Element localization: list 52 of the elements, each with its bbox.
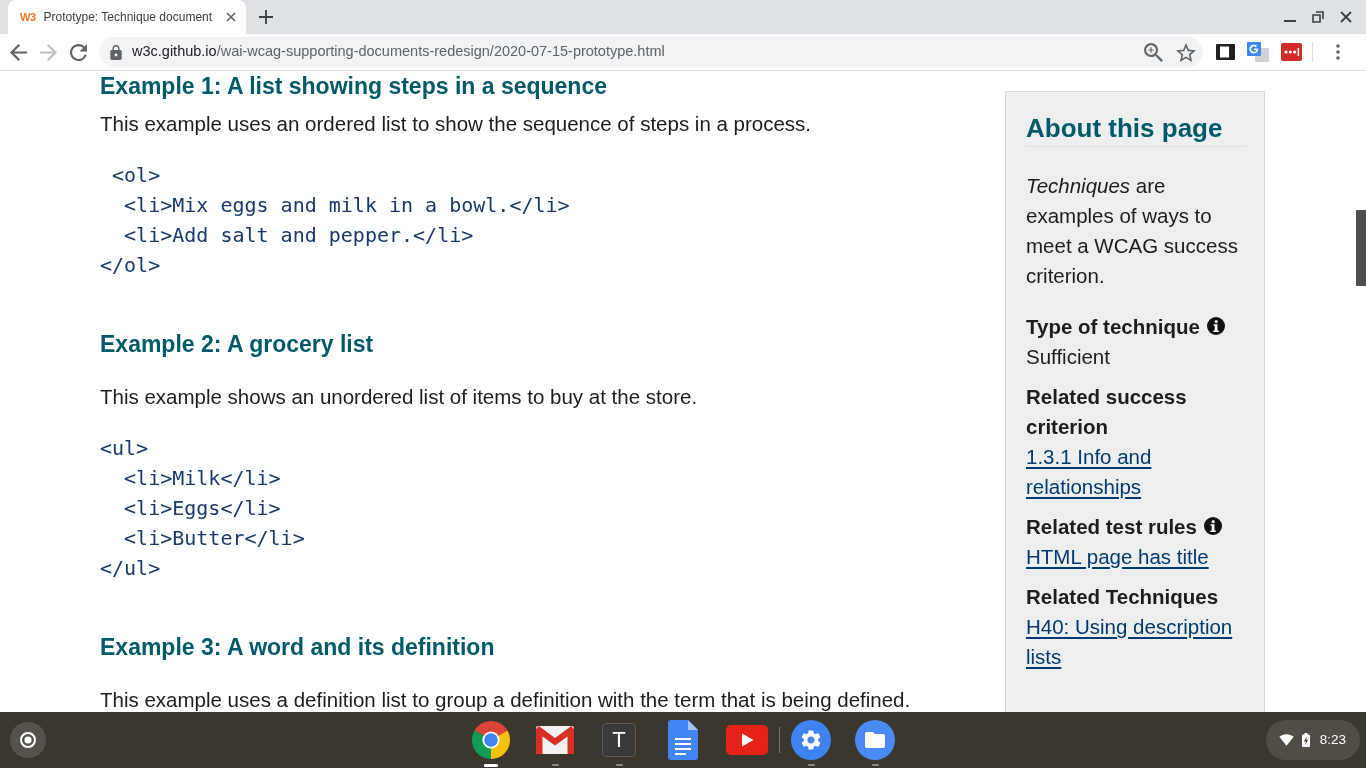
code-sample: <ul> <li>Milk</li> <li>Eggs</li> <li>Butter</li> </ul> bbox=[100, 435, 306, 582]
section-link[interactable]: H40: Using description lists bbox=[1026, 612, 1246, 672]
panel-title: About this page bbox=[1026, 113, 1246, 147]
url-path-text: /wai-wcag-supporting-documents-redesign/2020-07-15-prototype.html bbox=[216, 42, 665, 62]
back-arrow-icon[interactable] bbox=[10, 43, 27, 61]
letter-tile-icon[interactable]: T bbox=[602, 723, 636, 757]
section-link[interactable]: HTML page has title bbox=[1026, 542, 1209, 572]
video-play-icon[interactable] bbox=[726, 725, 768, 755]
url-host-text: w3c.github.io bbox=[132, 42, 217, 62]
wifi-icon bbox=[1278, 734, 1294, 746]
side-panel-icon[interactable] bbox=[1216, 44, 1235, 60]
section-heading: Related test rules bbox=[1026, 514, 1197, 540]
address-bar[interactable]: w3c.github.io/wai-wcag-supporting-documents-redesign/2020-07-15-prototype.html bbox=[99, 37, 1203, 67]
example-heading: Example 1: A list showing steps in a sequence bbox=[100, 72, 608, 100]
example-text: This example uses a definition list to group a definition with the term that is being defined. bbox=[100, 688, 912, 712]
section-heading: Type of technique bbox=[1026, 314, 1200, 340]
mail-envelope-icon[interactable] bbox=[535, 725, 575, 755]
zoom-in-icon[interactable] bbox=[1144, 42, 1163, 62]
browser-tab[interactable]: W3 Prototype: Technique document bbox=[8, 0, 247, 34]
status-tray[interactable]: 8:23 bbox=[1265, 720, 1360, 760]
tab-title: Prototype: Technique document bbox=[43, 9, 214, 26]
clock-time: 8:23 bbox=[1319, 730, 1346, 749]
gear-icon[interactable] bbox=[791, 720, 831, 760]
example-heading: Example 2: A grocery list bbox=[100, 330, 375, 358]
translate-icon[interactable] bbox=[1247, 42, 1269, 62]
section-heading: Related Techniques bbox=[1026, 584, 1219, 610]
scrollbar-thumb[interactable] bbox=[1356, 210, 1366, 286]
example-heading: Example 3: A word and its definition bbox=[100, 633, 496, 661]
browser-icon[interactable] bbox=[471, 720, 511, 760]
reload-icon[interactable] bbox=[70, 43, 87, 61]
section-value: Sufficient bbox=[1026, 344, 1111, 370]
section-heading: Related success criterion bbox=[1026, 384, 1188, 440]
info-icon[interactable] bbox=[1203, 517, 1222, 535]
lock-icon[interactable] bbox=[110, 44, 122, 60]
example-text: This example uses an ordered list to show the sequence of steps in a process. bbox=[100, 112, 813, 136]
section-link[interactable]: 1.3.1 Info and relationships bbox=[1026, 442, 1246, 502]
close-icon[interactable] bbox=[1340, 11, 1352, 23]
folder-icon[interactable] bbox=[855, 720, 895, 760]
restore-icon[interactable] bbox=[1312, 11, 1324, 23]
info-icon[interactable] bbox=[1206, 317, 1225, 335]
site-logo: W3 bbox=[20, 11, 36, 23]
battery-icon bbox=[1301, 733, 1310, 747]
example-text: This example shows an unordered list of items to buy at the store. bbox=[100, 385, 699, 409]
intro-text: Techniques are examples of ways to meet a WCAG success criterion. bbox=[1026, 173, 1239, 289]
launcher-icon[interactable] bbox=[10, 722, 46, 758]
new-tab-plus-icon[interactable] bbox=[259, 10, 274, 24]
extension-dots-icon[interactable] bbox=[1281, 43, 1302, 61]
document-icon[interactable] bbox=[668, 720, 698, 760]
code-sample: <ol> <li>Mix eggs and milk in a bowl.</li> <li>Add salt and pepper.</li> </ol> bbox=[100, 162, 571, 279]
more-menu-icon[interactable] bbox=[1336, 44, 1340, 60]
bookmark-star-icon[interactable] bbox=[1176, 42, 1196, 62]
close-icon[interactable] bbox=[226, 12, 237, 22]
